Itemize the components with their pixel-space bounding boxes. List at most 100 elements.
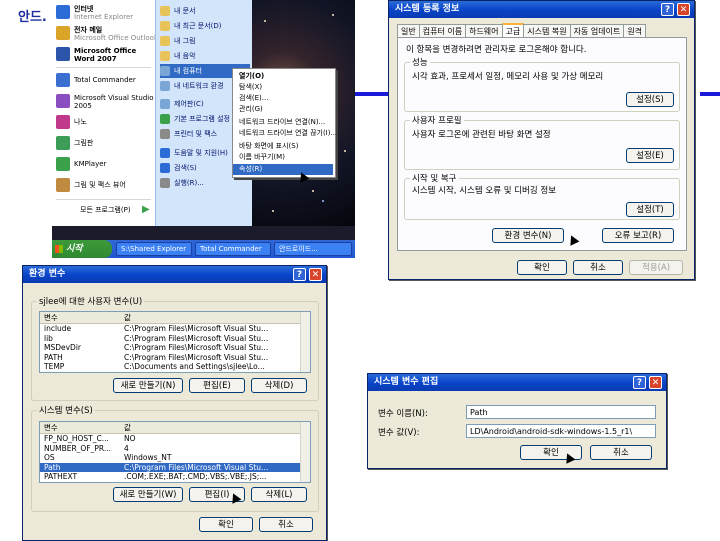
- star: [312, 190, 314, 192]
- help-icon[interactable]: ?: [293, 268, 306, 281]
- list-item[interactable]: NUMBER_OF_PR... 4: [40, 444, 310, 454]
- context-item-show-desktop[interactable]: 바탕 화면에 표시(S): [233, 141, 333, 152]
- close-icon[interactable]: ✕: [649, 376, 662, 389]
- context-item-search[interactable]: 검색(E)...: [233, 93, 333, 104]
- tab-hardware[interactable]: 하드웨어: [465, 24, 503, 38]
- performance-label: 성능: [410, 56, 430, 68]
- context-item-map-drive[interactable]: 네트워크 드라이브 연결(N)...: [233, 117, 333, 128]
- tab-auto-update[interactable]: 자동 업데이트: [569, 24, 625, 38]
- start-menu-screenshot: 인터넷 Internet Explorer 전자 메일 Microsoft Offi…: [52, 0, 355, 258]
- context-item-manage[interactable]: 관리(G): [233, 104, 333, 115]
- help-icon[interactable]: ?: [633, 376, 646, 389]
- system-variables-scrollbar[interactable]: [300, 422, 310, 482]
- start-button[interactable]: 시작: [52, 240, 112, 258]
- start-left-divider-2: [56, 199, 151, 200]
- help-icon[interactable]: ?: [661, 3, 674, 16]
- user-delete-button[interactable]: 삭제(D): [251, 378, 307, 393]
- performance-settings-button[interactable]: 설정(S): [626, 92, 674, 107]
- environment-variables-titlebar: 환경 변수: [23, 266, 326, 283]
- variable-value-input[interactable]: LD\Android\android-sdk-windows-1.5_r1\: [466, 424, 656, 438]
- user-new-button[interactable]: 새로 만들기(N): [113, 378, 183, 393]
- folder-icon: [160, 21, 170, 31]
- outlook-icon: [56, 26, 70, 40]
- ok-button[interactable]: 확인: [199, 517, 253, 532]
- cancel-button[interactable]: 취소: [573, 260, 623, 275]
- user-profiles-settings-button[interactable]: 설정(E): [626, 148, 674, 163]
- startup-recovery-label: 시작 및 복구: [410, 172, 459, 184]
- edit-system-variable-dialog: 시스템 변수 편집 ? ✕ 변수 이름(N): Path 변수 값(V): LD…: [367, 373, 667, 469]
- tab-computer-name[interactable]: 컴퓨터 이름: [418, 24, 467, 38]
- user-edit-button[interactable]: 편집(E): [189, 378, 245, 393]
- folder-icon: [160, 51, 170, 61]
- context-item-open[interactable]: 열기(O): [233, 71, 333, 82]
- arrow-right-icon: ▶: [142, 204, 150, 215]
- visual-studio-icon: [56, 94, 70, 108]
- start-menu-left-pane: 인터넷 Internet Explorer 전자 메일 Microsoft Offi…: [52, 0, 156, 226]
- system-new-button[interactable]: 새로 만들기(W): [113, 487, 183, 502]
- search-icon: [160, 163, 170, 173]
- context-item-disconnect-drive[interactable]: 네트워크 드라이브 연결 끊기(I)...: [233, 128, 337, 139]
- startup-recovery-settings-button[interactable]: 설정(T): [626, 202, 674, 217]
- system-variables-list[interactable]: 변수 값 FP_NO_HOST_C... NO NUMBER_OF_PR... 4 O…: [39, 421, 311, 483]
- system-properties-titlebar: 시스템 등록 정보: [389, 1, 694, 18]
- list-item[interactable]: TEMP C:\Documents and Settings\sjlee\Lo..…: [40, 362, 310, 372]
- nano-icon: [56, 115, 70, 129]
- context-item-properties[interactable]: 속성(R): [233, 164, 333, 175]
- system-delete-button[interactable]: 삭제(L): [251, 487, 307, 502]
- cancel-button[interactable]: 취소: [590, 445, 652, 460]
- kmplayer-icon: [56, 157, 70, 171]
- list-item[interactable]: MSDevDir C:\Program Files\Microsoft Visua…: [40, 343, 310, 353]
- taskbar-item-android[interactable]: 안드로이드...: [274, 242, 352, 256]
- system-properties-dialog: 시스템 등록 정보 ? ✕ 일반 컴퓨터 이름 하드웨어 고급 시스템 복원 자동 업데이…: [388, 0, 695, 280]
- error-reporting-button[interactable]: 오류 보고(R): [602, 228, 674, 243]
- variable-name-input[interactable]: Path: [466, 405, 656, 419]
- network-icon: [160, 81, 170, 91]
- list-item[interactable]: PATH C:\Program Files\Microsoft Visual St…: [40, 353, 310, 363]
- list-item[interactable]: FP_NO_HOST_C... NO: [40, 434, 310, 444]
- total-commander-icon: [56, 73, 70, 87]
- connector-line-left: [355, 92, 388, 96]
- taskbar-item-explorer[interactable]: S:\Shared Explorer: [116, 242, 192, 256]
- run-icon: [160, 178, 170, 188]
- taskbar-item-total-commander[interactable]: Total Commander: [195, 242, 271, 256]
- environment-variables-button[interactable]: 환경 변수(N): [492, 228, 564, 243]
- system-variables-label: 시스템 변수(S): [37, 404, 95, 416]
- edit-variable-titlebar: 시스템 변수 편집: [368, 374, 666, 391]
- tab-remote[interactable]: 원격: [623, 24, 647, 38]
- star: [344, 150, 346, 152]
- windows-logo-icon: [55, 245, 63, 253]
- startup-recovery-desc: 시스템 시작, 시스템 오류 및 디버깅 정보: [412, 186, 557, 196]
- variable-value-label: 변수 값(V):: [378, 428, 420, 438]
- folder-icon: [160, 6, 170, 16]
- user-variables-list[interactable]: 변수 값 include C:\Program Files\Microsoft Vi…: [39, 311, 311, 373]
- tab-general[interactable]: 일반: [397, 24, 420, 38]
- user-profiles-desc: 사용자 로그온에 관련된 바탕 화면 설정: [412, 130, 551, 140]
- ok-button[interactable]: 확인: [517, 260, 567, 275]
- star: [322, 200, 324, 202]
- default-programs-icon: [160, 114, 170, 124]
- word-icon: [56, 47, 70, 61]
- close-icon[interactable]: ✕: [309, 268, 322, 281]
- tab-panel: 이 항목을 변경하려면 관리자로 로그온해야 합니다. 성능 시각 효과, 프로…: [397, 37, 687, 251]
- apply-button[interactable]: 적용(A): [629, 260, 683, 275]
- close-icon[interactable]: ✕: [677, 3, 690, 16]
- cancel-button[interactable]: 취소: [259, 517, 313, 532]
- image-viewer-icon: [56, 178, 70, 192]
- tab-strip: 일반 컴퓨터 이름 하드웨어 고급 시스템 복원 자동 업데이트 원격: [397, 23, 647, 39]
- control-panel-icon: [160, 99, 170, 109]
- list-item[interactable]: lib C:\Program Files\Microsoft Visual Stu…: [40, 334, 310, 344]
- star: [264, 20, 266, 22]
- variable-name-label: 변수 이름(N):: [378, 409, 428, 419]
- context-item-explore[interactable]: 탐색(X): [233, 82, 333, 93]
- tab-system-restore[interactable]: 시스템 복원: [523, 24, 571, 38]
- list-item[interactable]: OS Windows_NT: [40, 453, 310, 463]
- context-item-rename[interactable]: 이름 바꾸기(M): [233, 152, 333, 163]
- user-variables-scrollbar[interactable]: [300, 312, 310, 372]
- list-item[interactable]: include C:\Program Files\Microsoft Visual…: [40, 324, 310, 334]
- taskbar: 시작 S:\Shared Explorer Total Commander 안드…: [52, 240, 355, 258]
- list-item-selected[interactable]: Path C:\Program Files\Microsoft Visual St…: [40, 462, 310, 472]
- list-item[interactable]: PATHEXT .COM;.EXE;.BAT;.CMD;.VBS;.VBE;.JS…: [40, 472, 310, 482]
- slide-title: 안드.: [18, 10, 47, 25]
- paint-icon: [56, 136, 70, 150]
- star: [272, 210, 274, 212]
